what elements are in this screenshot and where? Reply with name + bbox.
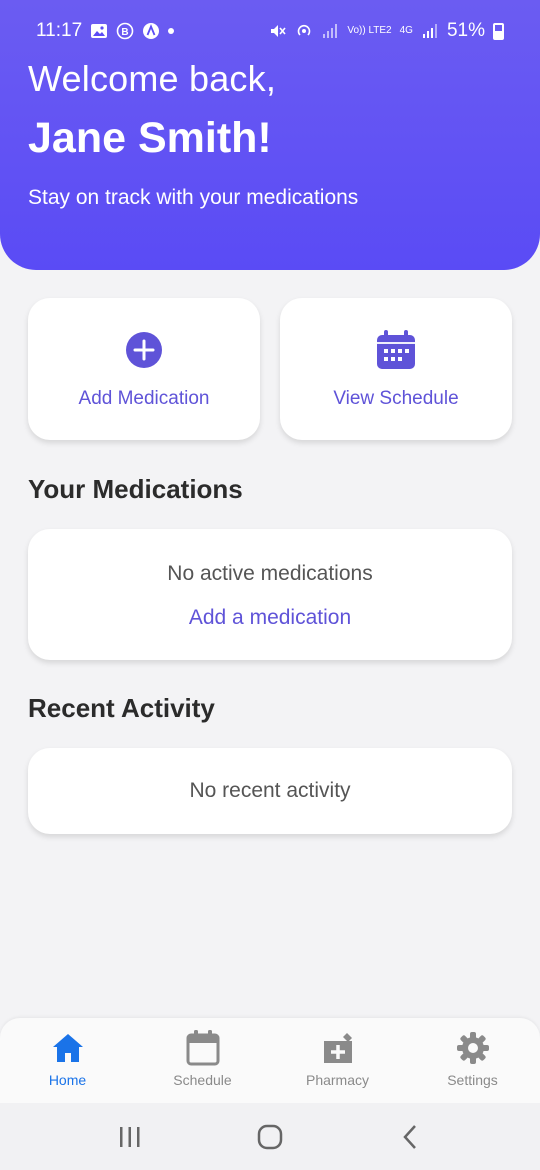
nav-item-pharmacy[interactable]: Pharmacy xyxy=(270,1018,405,1103)
medications-card: No active medications Add a medication xyxy=(28,529,512,660)
svg-text:B: B xyxy=(122,27,129,38)
nav-label-settings: Settings xyxy=(447,1072,498,1088)
activity-empty-text: No recent activity xyxy=(189,779,351,802)
hotspot-icon xyxy=(295,22,313,40)
add-medication-link[interactable]: Add a medication xyxy=(189,606,351,630)
gear-icon xyxy=(455,1030,491,1066)
nav-label-schedule: Schedule xyxy=(173,1072,232,1088)
back-button[interactable] xyxy=(390,1117,430,1157)
b-circle-icon: B xyxy=(116,22,134,40)
battery-percent: 51% xyxy=(446,20,485,41)
status-time: 11:17 xyxy=(36,20,83,41)
dot-icon xyxy=(168,28,175,34)
a-circle-icon xyxy=(142,22,160,40)
user-name: Jane Smith! xyxy=(28,114,272,162)
status-bar-left: 11:17 B xyxy=(36,20,175,42)
recent-apps-icon xyxy=(120,1126,140,1147)
view-schedule-label: View Schedule xyxy=(333,388,459,409)
home-icon xyxy=(50,1030,86,1066)
add-medication-label: Add Medication xyxy=(78,388,210,409)
system-nav-bar xyxy=(0,1103,540,1170)
battery-icon xyxy=(493,22,504,40)
home-circle-icon xyxy=(257,1124,283,1149)
status-bar-right: Vo)) LTE2 4G 51% xyxy=(269,20,504,42)
plus-circle-icon xyxy=(124,330,164,370)
activity-section-title: Recent Activity xyxy=(28,693,215,723)
welcome-header: 11:17 B Vo)) LTE2 4G 51% Welcome back, J… xyxy=(0,0,540,270)
4g-icon: 4G xyxy=(399,25,413,36)
welcome-text: Welcome back, xyxy=(28,58,277,99)
mute-icon xyxy=(269,22,287,40)
tagline: Stay on track with your medications xyxy=(28,186,359,209)
pharmacy-icon xyxy=(320,1030,356,1066)
volte-icon: Vo)) LTE2 xyxy=(347,25,392,36)
medications-section-title: Your Medications xyxy=(28,474,243,504)
add-medication-button[interactable]: Add Medication xyxy=(28,298,260,440)
nav-label-home: Home xyxy=(48,1072,87,1088)
activity-card: No recent activity xyxy=(28,748,512,834)
signal-icon xyxy=(421,22,439,40)
nav-label-pharmacy: Pharmacy xyxy=(305,1072,370,1088)
calendar-icon xyxy=(185,1030,221,1066)
home-system-button[interactable] xyxy=(250,1117,290,1157)
nav-item-home[interactable]: Home xyxy=(0,1018,135,1103)
signal-icon xyxy=(321,22,339,40)
gallery-icon xyxy=(90,22,108,40)
bottom-nav: Home Schedule Pharmacy Settings xyxy=(0,1018,540,1103)
nav-item-schedule[interactable]: Schedule xyxy=(135,1018,270,1103)
medications-empty-text: No active medications xyxy=(167,562,373,585)
view-schedule-button[interactable]: View Schedule xyxy=(280,298,512,440)
nav-item-settings[interactable]: Settings xyxy=(405,1018,540,1103)
recent-apps-button[interactable] xyxy=(110,1117,150,1157)
status-bar: 11:17 B Vo)) LTE2 4G 51% xyxy=(0,0,540,62)
back-chevron-icon xyxy=(403,1124,416,1149)
calendar-icon xyxy=(376,330,416,370)
